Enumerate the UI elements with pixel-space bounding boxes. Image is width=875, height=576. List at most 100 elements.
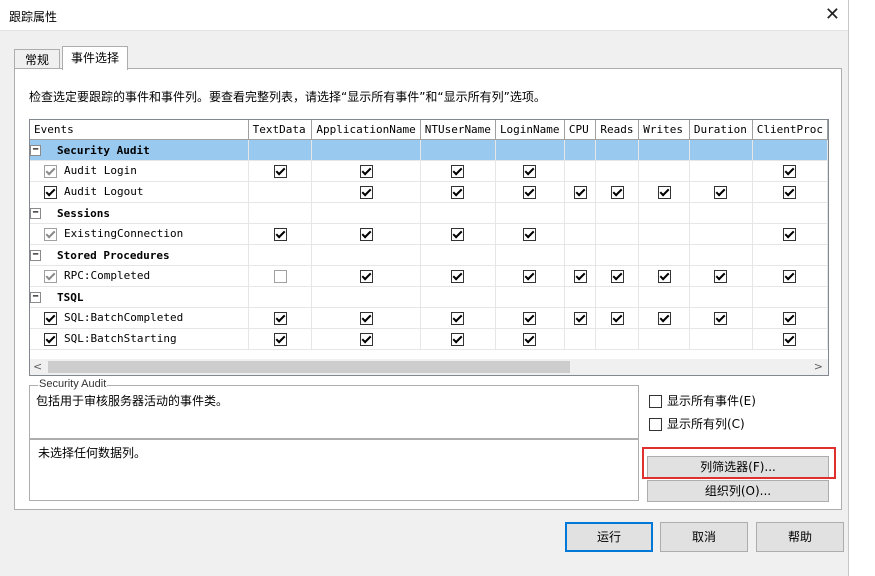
show-all-events-checkbox[interactable] [649, 395, 662, 408]
grid-cell[interactable] [752, 328, 828, 350]
grid-cell[interactable] [311, 160, 421, 182]
grid-cell[interactable] [689, 181, 753, 203]
column-checkbox[interactable] [573, 311, 587, 325]
column-checkbox[interactable] [359, 185, 373, 199]
collapse-icon[interactable]: − [30, 292, 41, 303]
scrollbar-thumb[interactable] [48, 361, 570, 373]
column-checkbox[interactable] [273, 269, 287, 283]
grid-cell[interactable] [638, 307, 690, 329]
grid-cell[interactable] [248, 307, 313, 329]
column-checkbox[interactable] [451, 332, 465, 346]
column-header[interactable]: Writes [638, 120, 690, 140]
event-checkbox[interactable] [44, 269, 57, 283]
grid-cell[interactable] [495, 328, 565, 350]
horizontal-scrollbar[interactable]: < > [29, 359, 829, 376]
column-checkbox[interactable] [783, 185, 797, 199]
column-checkbox[interactable] [573, 269, 587, 283]
organize-columns-button[interactable]: 组织列(O)... [647, 480, 829, 502]
grid-cell[interactable] [752, 181, 828, 203]
show-all-columns-checkbox[interactable] [649, 418, 662, 431]
grid-cell[interactable] [752, 307, 828, 329]
grid-cell[interactable] [311, 223, 421, 245]
help-button[interactable]: 帮助 [756, 522, 844, 552]
collapse-icon[interactable]: − [30, 250, 41, 261]
collapse-icon[interactable]: − [30, 145, 41, 156]
grid-cell[interactable] [248, 328, 313, 350]
column-checkbox[interactable] [610, 269, 624, 283]
grid-cell[interactable] [420, 160, 496, 182]
column-checkbox[interactable] [714, 269, 728, 283]
run-button[interactable]: 运行 [565, 522, 653, 552]
grid-cell[interactable] [564, 307, 597, 329]
column-checkbox[interactable] [610, 185, 624, 199]
column-header[interactable]: LoginName [495, 120, 565, 140]
show-all-columns-option[interactable]: 显示所有列(C) [649, 415, 745, 432]
column-header[interactable]: Reads [595, 120, 640, 140]
column-checkbox[interactable] [523, 311, 537, 325]
scroll-right-icon[interactable]: > [814, 360, 823, 373]
event-category-row[interactable]: − Security Audit [30, 139, 828, 161]
close-icon[interactable]: ✕ [825, 4, 840, 25]
column-checkbox[interactable] [359, 311, 373, 325]
grid-cell[interactable] [311, 307, 421, 329]
grid-cell[interactable] [495, 307, 565, 329]
grid-cell[interactable] [311, 328, 421, 350]
column-checkbox[interactable] [573, 185, 587, 199]
column-checkbox[interactable] [523, 227, 537, 241]
event-row[interactable]: SQL:BatchStarting [30, 328, 828, 350]
column-checkbox[interactable] [451, 311, 465, 325]
scroll-left-icon[interactable]: < [33, 360, 42, 373]
column-checkbox[interactable] [783, 227, 797, 241]
tab-events-selection[interactable]: 事件选择 [62, 46, 128, 70]
event-row[interactable]: SQL:BatchCompleted [30, 307, 828, 329]
column-checkbox[interactable] [359, 164, 373, 178]
grid-cell[interactable] [420, 265, 496, 287]
grid-cell[interactable] [420, 181, 496, 203]
column-checkbox[interactable] [451, 164, 465, 178]
column-checkbox[interactable] [451, 185, 465, 199]
column-checkbox[interactable] [273, 332, 287, 346]
grid-cell[interactable] [595, 181, 640, 203]
column-header[interactable]: ApplicationName [311, 120, 421, 140]
column-checkbox[interactable] [523, 164, 537, 178]
column-header[interactable]: TextData [248, 120, 313, 140]
cancel-button[interactable]: 取消 [660, 522, 748, 552]
grid-cell[interactable] [311, 181, 421, 203]
event-checkbox[interactable] [44, 332, 57, 346]
event-checkbox[interactable] [44, 185, 57, 199]
grid-cell[interactable] [495, 160, 565, 182]
grid-cell[interactable] [595, 307, 640, 329]
column-checkbox[interactable] [657, 185, 671, 199]
grid-cell[interactable] [311, 265, 421, 287]
grid-cell[interactable] [495, 265, 565, 287]
column-checkbox[interactable] [451, 269, 465, 283]
event-category-row[interactable]: − Stored Procedures [30, 244, 828, 266]
column-checkbox[interactable] [714, 185, 728, 199]
grid-cell[interactable] [752, 223, 828, 245]
column-header[interactable]: Events [30, 120, 249, 140]
column-checkbox[interactable] [783, 269, 797, 283]
grid-cell[interactable] [689, 307, 753, 329]
event-row[interactable]: ExistingConnection [30, 223, 828, 245]
grid-cell[interactable] [248, 223, 313, 245]
column-checkbox[interactable] [451, 227, 465, 241]
tab-general[interactable]: 常规 [14, 49, 60, 69]
collapse-icon[interactable]: − [30, 208, 41, 219]
show-all-events-option[interactable]: 显示所有事件(E) [649, 392, 756, 409]
column-checkbox[interactable] [657, 311, 671, 325]
grid-cell[interactable] [564, 265, 597, 287]
grid-cell[interactable] [248, 160, 313, 182]
grid-cell[interactable] [495, 223, 565, 245]
grid-cell[interactable] [689, 265, 753, 287]
grid-cell[interactable] [638, 265, 690, 287]
grid-cell[interactable] [420, 328, 496, 350]
column-header[interactable]: CPU [564, 120, 597, 140]
column-checkbox[interactable] [359, 332, 373, 346]
event-row[interactable]: RPC:Completed [30, 265, 828, 287]
grid-cell[interactable] [595, 265, 640, 287]
grid-cell[interactable] [495, 181, 565, 203]
column-checkbox[interactable] [273, 227, 287, 241]
column-checkbox[interactable] [359, 269, 373, 283]
column-checkbox[interactable] [523, 185, 537, 199]
column-checkbox[interactable] [273, 311, 287, 325]
